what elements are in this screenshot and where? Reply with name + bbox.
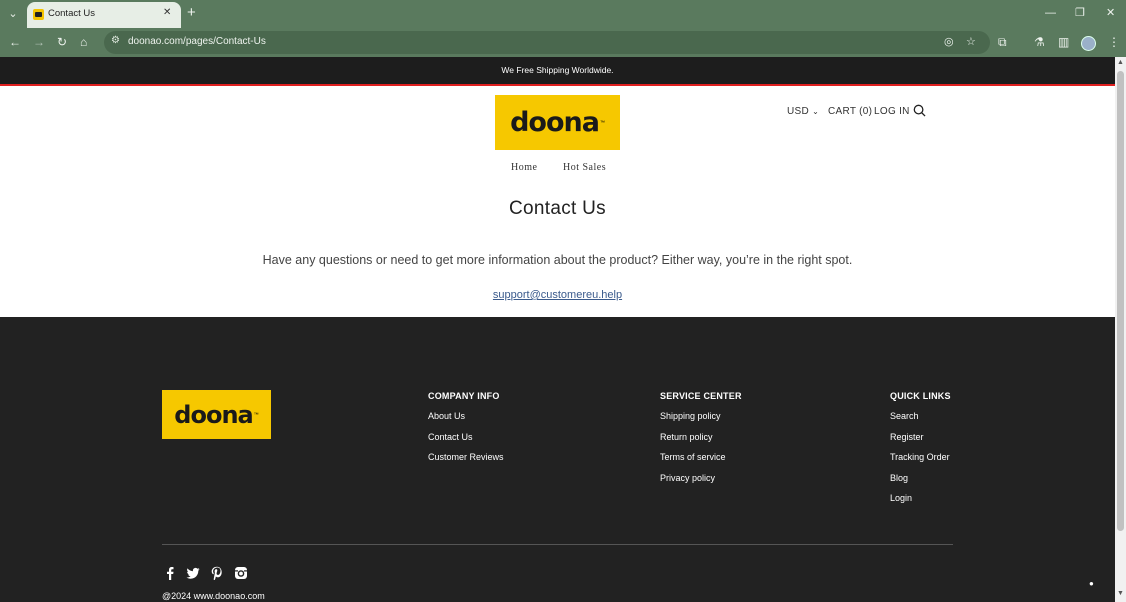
chevron-down-icon: ⌄ [812, 107, 820, 116]
footer-link-return-policy[interactable]: Return policy [660, 432, 713, 442]
login-link[interactable]: LOG IN [874, 106, 910, 117]
favicon-icon [33, 9, 44, 20]
tab-search-icon[interactable]: ⌄ [5, 6, 21, 22]
new-tab-icon[interactable]: + [187, 5, 196, 21]
footer-link-shipping-policy[interactable]: Shipping policy [660, 411, 721, 421]
page-title: Contact Us [509, 198, 606, 219]
footer-link-tracking-order[interactable]: Tracking Order [890, 452, 950, 462]
search-icon[interactable] [913, 104, 926, 117]
nav-hot-sales[interactable]: Hot Sales [563, 162, 606, 173]
quick-links-heading: QUICK LINKS [890, 391, 951, 401]
footer-logo-text: doona [174, 400, 253, 429]
service-center-heading: SERVICE CENTER [660, 391, 742, 401]
extensions-icon[interactable]: ⧉ [998, 35, 1007, 49]
nav-home[interactable]: Home [511, 162, 537, 173]
tracking-protection-icon[interactable]: ◎ [944, 35, 954, 48]
browser-toolbar: ← → ↻ ⌂ ⚙ doonao.com/pages/Contact-Us ◎ … [0, 28, 1126, 57]
logo-tm: ™ [599, 119, 605, 126]
bookmark-star-icon[interactable]: ☆ [966, 35, 976, 48]
minimize-icon[interactable]: — [1045, 6, 1056, 20]
cart-link[interactable]: CART (0) [828, 106, 872, 117]
twitter-icon[interactable] [186, 566, 200, 580]
back-icon[interactable]: ← [9, 35, 21, 49]
company-info-heading: COMPANY INFO [428, 391, 500, 401]
footer-link-terms-of-service[interactable]: Terms of service [660, 452, 726, 462]
footer-link-privacy-policy[interactable]: Privacy policy [660, 473, 715, 483]
profile-avatar[interactable] [1081, 36, 1096, 51]
menu-icon[interactable]: ⋮ [1108, 35, 1120, 49]
address-bar[interactable]: ⚙ doonao.com/pages/Contact-Us ◎ ☆ [104, 31, 990, 54]
currency-selector[interactable]: USD ⌄ [787, 106, 819, 117]
footer-link-search[interactable]: Search [890, 411, 919, 421]
home-icon[interactable]: ⌂ [80, 35, 87, 49]
footer-logo[interactable]: doona ™ [162, 390, 271, 439]
announcement-bar: We Free Shipping Worldwide. [0, 57, 1115, 86]
sidebar-icon[interactable]: ▥ [1058, 35, 1069, 49]
scrollbar-thumb[interactable] [1117, 71, 1124, 531]
footer-link-register[interactable]: Register [890, 432, 924, 442]
footer-link-blog[interactable]: Blog [890, 473, 908, 483]
footer-link-about-us[interactable]: About Us [428, 411, 465, 421]
footer: doona ™ COMPANY INFO About Us Contact Us … [0, 317, 1115, 602]
instagram-icon[interactable] [234, 566, 248, 580]
footer-link-login[interactable]: Login [890, 493, 912, 503]
copyright-text: @2024 www.doonao.com [162, 591, 265, 601]
scroll-down-icon[interactable]: ▼ [1117, 590, 1124, 597]
support-email-link[interactable]: support@customereu.help [493, 289, 622, 301]
facebook-icon[interactable] [163, 566, 177, 580]
url-text[interactable]: doonao.com/pages/Contact-Us [128, 36, 266, 47]
browser-tab-bar: ⌄ Contact Us ✕ + — ❐ ✕ [0, 0, 1126, 28]
page-scrollbar[interactable]: ▲ ▼ [1115, 57, 1126, 602]
site-info-icon[interactable]: ⚙ [111, 35, 120, 46]
tab-title: Contact Us [48, 8, 95, 19]
contact-intro: Have any questions or need to get more i… [262, 253, 853, 267]
scroll-up-icon[interactable]: ▲ [1117, 59, 1124, 66]
window-close-icon[interactable]: ✕ [1106, 6, 1115, 20]
reload-icon[interactable]: ↻ [57, 35, 67, 49]
footer-link-customer-reviews[interactable]: Customer Reviews [428, 452, 504, 462]
footer-divider [162, 544, 953, 545]
forward-icon[interactable]: → [33, 35, 45, 49]
footer-logo-tm: ™ [253, 411, 259, 418]
widget-icon[interactable]: ● [1089, 579, 1096, 588]
support-email: support@customereu.help [0, 289, 1115, 301]
labs-icon[interactable]: ⚗ [1034, 35, 1045, 49]
restore-icon[interactable]: ❐ [1075, 6, 1085, 20]
browser-tab[interactable]: Contact Us ✕ [27, 2, 181, 28]
currency-label: USD [787, 106, 810, 117]
logo-text: doona [510, 107, 600, 138]
close-tab-icon[interactable]: ✕ [163, 7, 171, 18]
header-logo[interactable]: doona ™ [495, 95, 620, 150]
footer-link-contact-us[interactable]: Contact Us [428, 432, 473, 442]
pinterest-icon[interactable] [210, 566, 224, 580]
